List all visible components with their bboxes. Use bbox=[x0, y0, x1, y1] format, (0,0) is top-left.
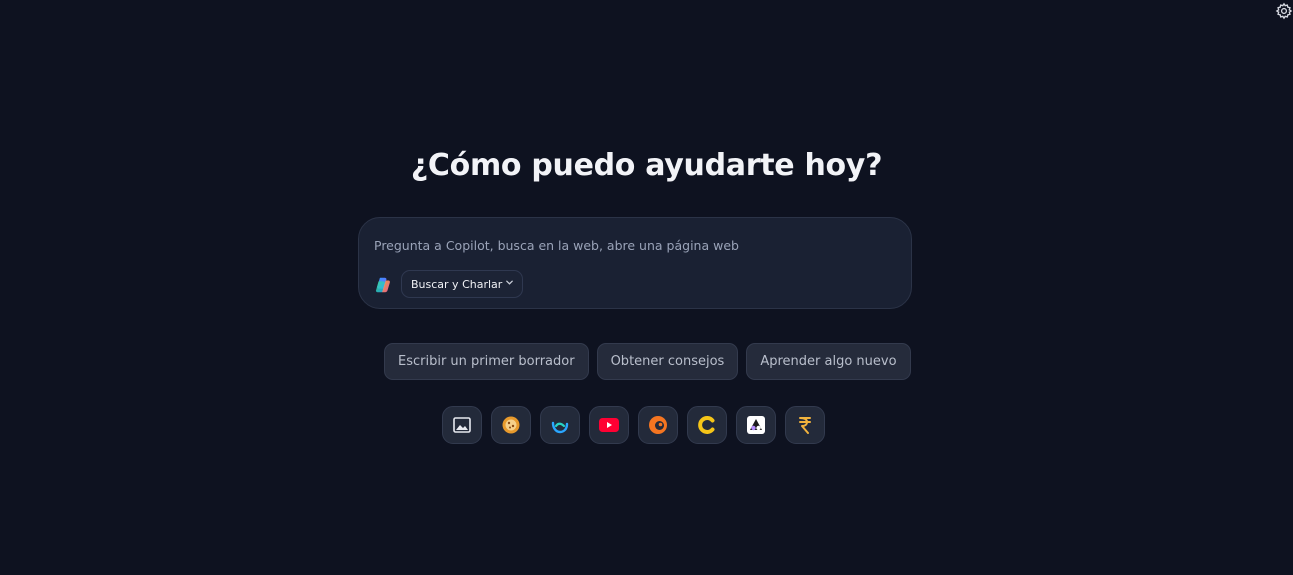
suggestion-get-tips[interactable]: Obtener consejos bbox=[596, 343, 739, 380]
mode-dropdown-label: Buscar y Charlar bbox=[411, 277, 503, 291]
chat-composer: Buscar y Charlar bbox=[358, 217, 912, 309]
crunchyroll-icon[interactable] bbox=[638, 406, 678, 444]
cookie-app-icon[interactable] bbox=[491, 406, 531, 444]
youtube-icon[interactable] bbox=[589, 406, 629, 444]
copilot-logo-icon bbox=[374, 276, 392, 294]
suggestion-write-draft[interactable]: Escribir un primer borrador bbox=[384, 343, 589, 380]
copilot-home: ¿Cómo puedo ayudarte hoy? Pregunta a Cop… bbox=[0, 0, 1293, 575]
triangle-app-icon[interactable] bbox=[736, 406, 776, 444]
suggestion-learn-new[interactable]: Aprender algo nuevo bbox=[746, 343, 911, 380]
letter-c-app-icon[interactable] bbox=[687, 406, 727, 444]
image-icon[interactable] bbox=[442, 406, 482, 444]
app-shortcuts bbox=[442, 406, 825, 444]
mode-dropdown[interactable]: Buscar y Charlar bbox=[401, 270, 524, 298]
gear-icon[interactable] bbox=[1275, 2, 1293, 20]
chat-input[interactable] bbox=[374, 236, 894, 254]
rupee-app-icon[interactable] bbox=[785, 406, 825, 444]
chevron-down-icon bbox=[505, 278, 514, 290]
page-title: ¿Cómo puedo ayudarte hoy? bbox=[410, 148, 883, 183]
wave-app-icon[interactable] bbox=[540, 406, 580, 444]
suggestion-chips: Escribir un primer borrador Obtener cons… bbox=[384, 343, 911, 380]
